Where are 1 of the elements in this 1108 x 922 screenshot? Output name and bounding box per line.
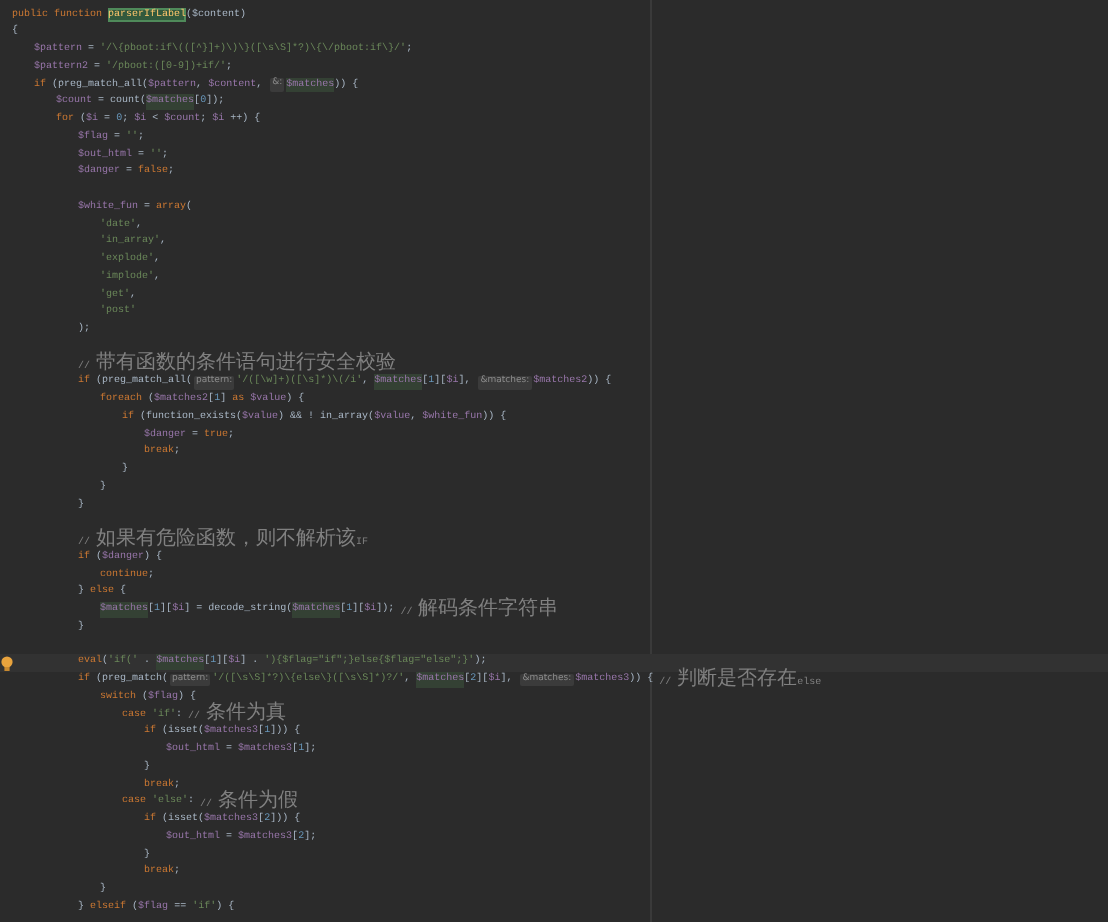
lightbulb-icon[interactable] <box>0 655 14 672</box>
